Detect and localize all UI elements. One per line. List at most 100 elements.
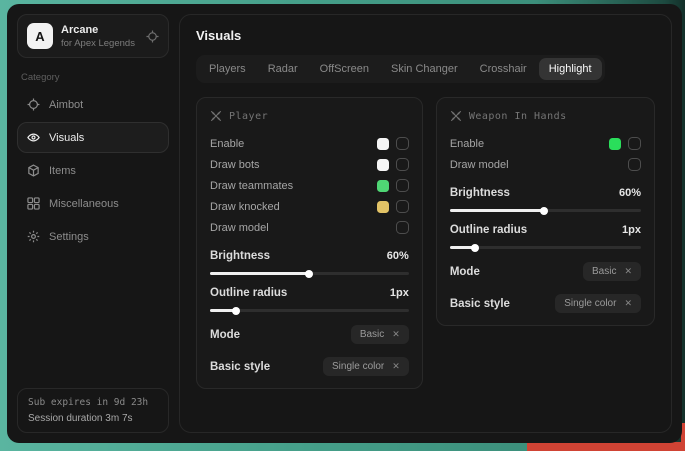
sidebar-item-settings[interactable]: Settings	[17, 221, 169, 252]
tab-radar[interactable]: Radar	[258, 58, 308, 80]
tag-text: Basic	[592, 266, 616, 277]
app-name: Arcane	[61, 24, 138, 36]
toggle-label: Draw knocked	[210, 201, 280, 213]
subscription-status-card: Sub expires in 9d 23h Session duration 3…	[17, 388, 169, 433]
toggle-row-draw-bots: Draw bots	[210, 154, 409, 175]
slider-fill	[210, 309, 236, 312]
basic-style-tag[interactable]: Single color ✕	[323, 357, 409, 376]
toggle-row-draw-model: Draw model	[210, 217, 409, 238]
remove-icon[interactable]: ✕	[392, 362, 400, 371]
tag-text: Single color	[332, 361, 384, 372]
crossed-swords-icon	[450, 110, 462, 122]
slider-value: 1px	[622, 224, 641, 236]
slider-track[interactable]	[450, 209, 641, 212]
crossed-swords-icon	[210, 110, 222, 122]
color-swatch[interactable]	[377, 159, 389, 171]
grid-icon	[27, 197, 40, 210]
gear-icon	[27, 230, 40, 243]
slider-label: Brightness	[210, 250, 270, 262]
sidebar-item-aimbot[interactable]: Aimbot	[17, 89, 169, 120]
sidebar-item-label: Items	[49, 165, 76, 177]
main-content: Visuals Players Radar OffScreen Skin Cha…	[179, 14, 672, 433]
color-swatch[interactable]	[377, 180, 389, 192]
checkbox[interactable]	[628, 158, 641, 171]
checkbox[interactable]	[396, 200, 409, 213]
remove-icon[interactable]: ✕	[624, 299, 632, 308]
panel-player: Player Enable Draw bots	[196, 97, 423, 389]
app-subtitle: for Apex Legends	[61, 38, 138, 49]
app-window: A Arcane for Apex Legends Category Aimbo…	[7, 4, 682, 443]
sidebar-item-miscellaneous[interactable]: Miscellaneous	[17, 188, 169, 219]
slider-track[interactable]	[210, 309, 409, 312]
slider-brightness: Brightness 60%	[210, 250, 409, 275]
select-basic-style: Basic style Single color ✕	[450, 294, 641, 313]
select-label: Basic style	[210, 361, 270, 373]
color-swatch[interactable]	[377, 201, 389, 213]
color-swatch[interactable]	[377, 138, 389, 150]
profile-text: Arcane for Apex Legends	[61, 24, 138, 49]
target-icon[interactable]	[146, 30, 159, 43]
slider-fill	[450, 246, 475, 249]
checkbox[interactable]	[396, 221, 409, 234]
profile-card: A Arcane for Apex Legends	[17, 14, 169, 58]
mode-tag[interactable]: Basic ✕	[583, 262, 641, 281]
checkbox[interactable]	[396, 158, 409, 171]
tag-text: Basic	[360, 329, 384, 340]
panel-title: Player	[229, 111, 268, 122]
sidebar-item-items[interactable]: Items	[17, 155, 169, 186]
slider-track[interactable]	[450, 246, 641, 249]
toggle-row-draw-knocked: Draw knocked	[210, 196, 409, 217]
sidebar-item-label: Miscellaneous	[49, 198, 119, 210]
sidebar: A Arcane for Apex Legends Category Aimbo…	[7, 4, 179, 443]
mode-tag[interactable]: Basic ✕	[351, 325, 409, 344]
toggle-label: Draw teammates	[210, 180, 293, 192]
slider-brightness: Brightness 60%	[450, 187, 641, 212]
slider-thumb[interactable]	[540, 207, 548, 215]
cube-icon	[27, 164, 40, 177]
tag-text: Single color	[564, 298, 616, 309]
color-swatch[interactable]	[609, 138, 621, 150]
remove-icon[interactable]: ✕	[392, 330, 400, 339]
basic-style-tag[interactable]: Single color ✕	[555, 294, 641, 313]
app-logo: A	[27, 23, 53, 49]
checkbox[interactable]	[396, 137, 409, 150]
select-label: Basic style	[450, 298, 510, 310]
select-label: Mode	[450, 266, 480, 278]
slider-fill	[450, 209, 544, 212]
slider-track[interactable]	[210, 272, 409, 275]
remove-icon[interactable]: ✕	[624, 267, 632, 276]
checkbox[interactable]	[628, 137, 641, 150]
panel-weapon-in-hands: Weapon In Hands Enable Draw model	[436, 97, 655, 326]
toggle-label: Draw model	[210, 222, 269, 234]
toggle-label: Enable	[210, 138, 244, 150]
sidebar-item-visuals[interactable]: Visuals	[17, 122, 169, 153]
crosshair-icon	[27, 98, 40, 111]
panel-title: Weapon In Hands	[469, 111, 567, 122]
background-red-area	[527, 442, 685, 451]
panel-player-header: Player	[210, 110, 409, 122]
slider-value: 1px	[390, 287, 409, 299]
select-mode: Mode Basic ✕	[450, 262, 641, 281]
toggle-label: Enable	[450, 138, 484, 150]
sidebar-item-label: Visuals	[49, 132, 84, 144]
tab-skin-changer[interactable]: Skin Changer	[381, 58, 468, 80]
panel-weapon-header: Weapon In Hands	[450, 110, 641, 122]
tab-highlight[interactable]: Highlight	[539, 58, 602, 80]
slider-thumb[interactable]	[471, 244, 479, 252]
toggle-label: Draw model	[450, 159, 509, 171]
select-label: Mode	[210, 329, 240, 341]
slider-thumb[interactable]	[232, 307, 240, 315]
slider-fill	[210, 272, 309, 275]
sidebar-item-label: Aimbot	[49, 99, 83, 111]
tab-offscreen[interactable]: OffScreen	[310, 58, 379, 80]
slider-outline-radius: Outline radius 1px	[450, 224, 641, 249]
select-basic-style: Basic style Single color ✕	[210, 357, 409, 376]
slider-thumb[interactable]	[305, 270, 313, 278]
tab-bar: Players Radar OffScreen Skin Changer Cro…	[196, 55, 605, 83]
tab-players[interactable]: Players	[199, 58, 256, 80]
toggle-row-draw-teammates: Draw teammates	[210, 175, 409, 196]
slider-outline-radius: Outline radius 1px	[210, 287, 409, 312]
tab-crosshair[interactable]: Crosshair	[470, 58, 537, 80]
checkbox[interactable]	[396, 179, 409, 192]
panels-row: Player Enable Draw bots	[196, 97, 655, 389]
